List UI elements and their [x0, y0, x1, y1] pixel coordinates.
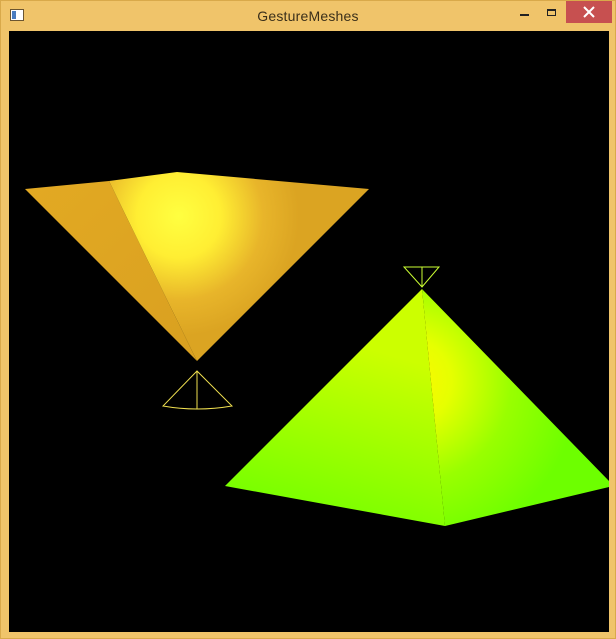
close-icon — [583, 6, 595, 18]
yellow-cone-marker — [161, 370, 234, 410]
green-pyramid-face-left — [225, 289, 445, 526]
close-button[interactable] — [566, 1, 612, 23]
green-cone-marker — [402, 266, 441, 288]
app-window: GestureMeshes — [0, 0, 616, 639]
maximize-button[interactable] — [538, 1, 564, 23]
scene-canvas[interactable] — [9, 31, 609, 632]
maximize-icon — [546, 8, 556, 16]
orange-inverted-pyramid[interactable] — [25, 172, 369, 361]
green-pyramid-face-right — [422, 289, 609, 526]
green-pyramid[interactable] — [225, 289, 609, 526]
3d-viewport[interactable] — [9, 31, 609, 632]
minimize-button[interactable] — [511, 1, 537, 23]
minimize-icon — [519, 13, 529, 16]
title-bar[interactable]: GestureMeshes — [1, 1, 615, 31]
